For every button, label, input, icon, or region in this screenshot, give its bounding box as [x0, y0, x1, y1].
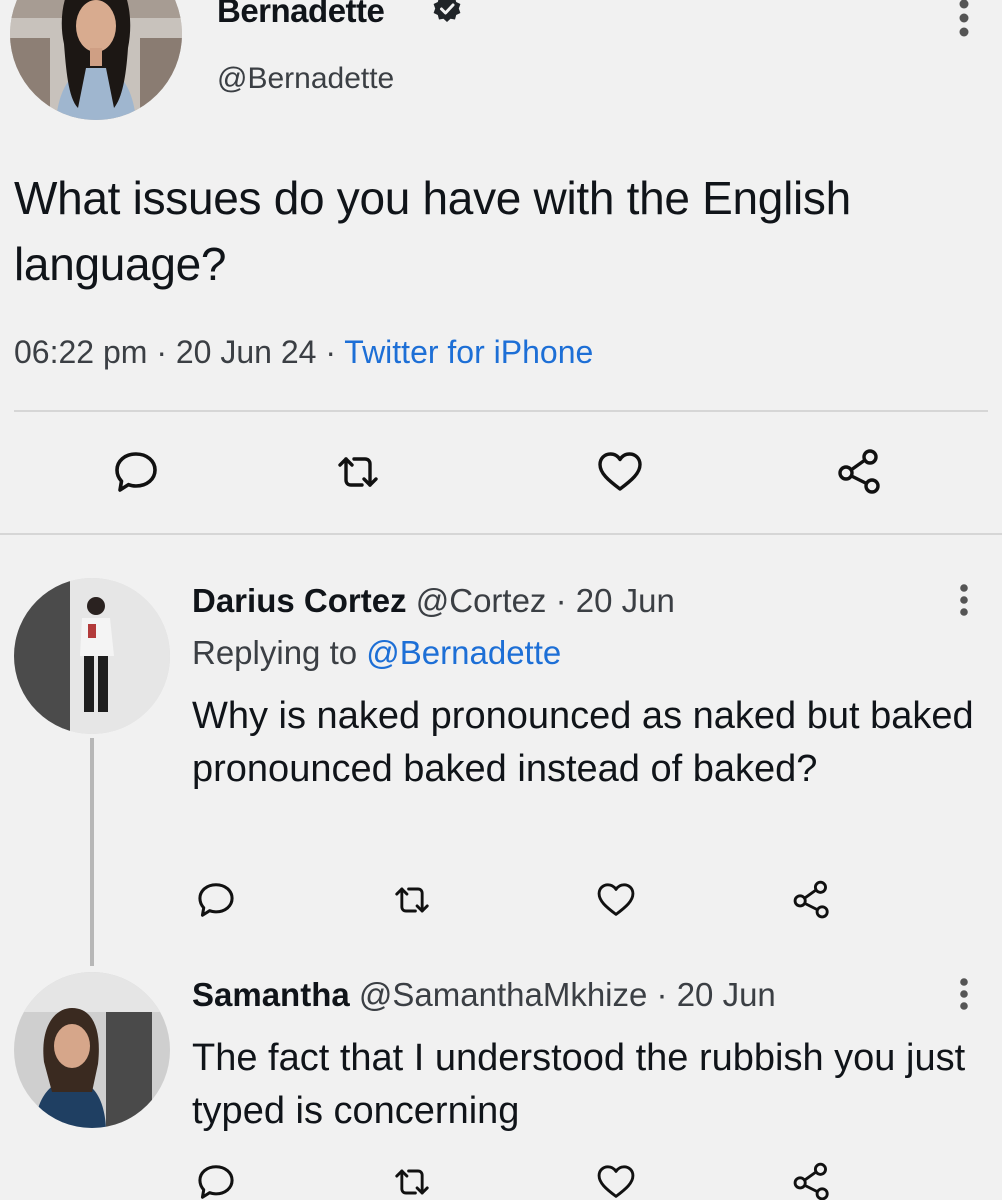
tweet-thread-screen: Bernadette @Bernadette What issues do yo…: [0, 0, 1002, 1200]
meta-separator: ·: [325, 334, 336, 370]
tweet-date: 20 Jun 24: [175, 334, 317, 370]
avatar-bernadette[interactable]: [10, 0, 182, 120]
replying-to: Replying to @Bernadette: [192, 634, 561, 672]
author-name[interactable]: Bernadette: [217, 0, 385, 30]
tweet-meta: 06:22 pm · 20 Jun 24 · Twitter for iPhon…: [14, 334, 593, 371]
comment-icon[interactable]: [194, 878, 238, 922]
tweet-source-link[interactable]: Twitter for iPhone: [344, 334, 593, 370]
reply-date: 20 Jun: [676, 976, 776, 1013]
retweet-icon[interactable]: [390, 1160, 434, 1200]
reply-header: Darius Cortez @Cortez · 20 Jun: [192, 582, 675, 620]
comment-icon[interactable]: [110, 446, 162, 498]
heart-icon[interactable]: [594, 1160, 638, 1200]
share-icon[interactable]: [790, 1160, 834, 1200]
more-options-icon[interactable]: [952, 0, 976, 38]
reply-author-name[interactable]: Samantha: [192, 976, 350, 1013]
author-handle[interactable]: @Bernadette: [217, 62, 394, 96]
more-options-icon[interactable]: [952, 974, 976, 1018]
comment-icon[interactable]: [194, 1160, 238, 1200]
heart-icon[interactable]: [594, 446, 646, 498]
reply-text: The fact that I understood the rubbish y…: [192, 1037, 966, 1132]
reply-author-handle[interactable]: @Cortez: [416, 582, 547, 619]
more-options-icon[interactable]: [952, 580, 976, 624]
reply-text: Why is naked pronounced as naked but bak…: [192, 695, 974, 790]
replying-label: Replying to: [192, 634, 358, 671]
retweet-icon[interactable]: [332, 446, 384, 498]
share-icon[interactable]: [834, 446, 886, 498]
meta-separator: ·: [656, 976, 668, 1013]
meta-separator: ·: [156, 334, 167, 370]
retweet-icon[interactable]: [390, 878, 434, 922]
replying-mention-link[interactable]: @Bernadette: [366, 634, 561, 671]
reply-date: 20 Jun: [575, 582, 675, 619]
reply-header: Samantha @SamanthaMkhize · 20 Jun: [192, 976, 776, 1014]
divider: [0, 533, 1002, 535]
avatar-darius-cortez[interactable]: [14, 578, 170, 734]
reply-author-handle[interactable]: @SamanthaMkhize: [359, 976, 647, 1013]
share-icon[interactable]: [790, 878, 834, 922]
heart-icon[interactable]: [594, 878, 638, 922]
reply-author-name[interactable]: Darius Cortez: [192, 582, 407, 619]
avatar-samantha[interactable]: [14, 972, 170, 1128]
verified-badge-icon: [432, 0, 462, 24]
thread-line: [90, 738, 94, 966]
tweet-text: What issues do you have with the English…: [14, 172, 851, 290]
meta-separator: ·: [555, 582, 567, 619]
tweet-time: 06:22 pm: [14, 334, 148, 370]
divider: [14, 410, 988, 412]
